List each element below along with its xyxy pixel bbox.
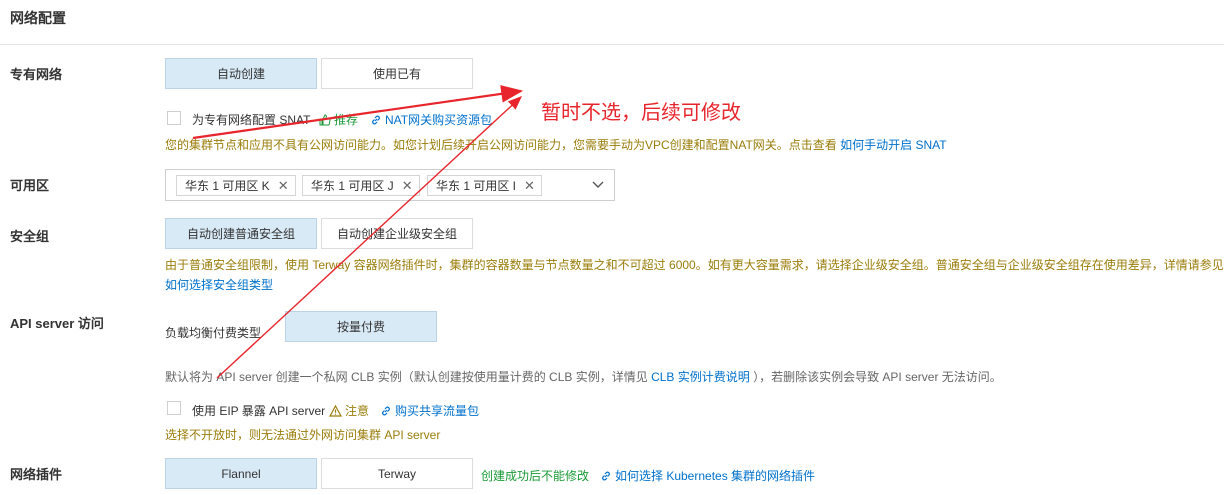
eip-checkbox[interactable] <box>167 401 181 415</box>
nat-resource-link-text: NAT网关购买资源包 <box>385 113 493 127</box>
zone-tag-label: 华东 1 可用区 J <box>311 179 394 193</box>
annotation-text: 暂时不选，后续可修改 <box>541 100 741 124</box>
terway-button[interactable]: Terway <box>321 458 473 489</box>
close-icon[interactable]: ✕ <box>524 178 535 194</box>
buy-shared-bandwidth-text: 购买共享流量包 <box>395 404 480 418</box>
vpc-label: 专有网络 <box>10 67 63 82</box>
eip-notice: 选择不开放时，则无法通过外网访问集群 API server <box>165 428 441 442</box>
zone-tag: 华东 1 可用区 I ✕ <box>427 175 542 196</box>
vpc-use-existing-button[interactable]: 使用已有 <box>321 58 473 89</box>
thumbs-up-icon <box>319 113 331 125</box>
snat-checkbox[interactable] <box>167 111 181 125</box>
network-plugin-label: 网络插件 <box>10 467 63 482</box>
clb-billing-link[interactable]: CLB 实例计费说明 <box>651 370 750 384</box>
enterprise-security-group-button[interactable]: 自动创建企业级安全组 <box>321 218 473 249</box>
vpc-notice: 您的集群节点和应用不具有公网访问能力。如您计划后续开启公网访问能力，您需要手动为… <box>165 136 947 153</box>
recommend-text: 推荐 <box>334 113 359 127</box>
pay-as-you-go-button[interactable]: 按量付费 <box>285 311 437 342</box>
network-plugin-guide-link[interactable]: 如何选择 Kubernetes 集群的网络插件 <box>600 467 815 484</box>
snat-label: 为专有网络配置 SNAT <box>192 113 311 127</box>
zone-tag-label: 华东 1 可用区 I <box>436 179 517 193</box>
network-plugin-guide-text: 如何选择 Kubernetes 集群的网络插件 <box>615 469 816 483</box>
nat-resource-link[interactable]: NAT网关购买资源包 <box>370 111 492 128</box>
security-group-notice: 由于普通安全组限制，使用 Terway 容器网络插件时，集群的容器数量与节点数量… <box>165 258 1224 272</box>
zone-label: 可用区 <box>10 178 50 193</box>
chevron-down-icon[interactable] <box>590 176 606 192</box>
recommend-badge: 推荐 <box>319 111 358 128</box>
buy-shared-bandwidth-link[interactable]: 购买共享流量包 <box>380 402 479 419</box>
attention-badge: 注意 <box>329 402 369 419</box>
zone-tag: 华东 1 可用区 K ✕ <box>176 175 296 196</box>
section-title: 网络配置 <box>10 10 66 26</box>
security-group-label: 安全组 <box>10 229 50 244</box>
link-icon <box>602 471 610 480</box>
api-server-desc-pre: 默认将为 API server 创建一个私网 CLB 实例（默认创建按使用量计费… <box>165 370 648 384</box>
api-server-desc: 默认将为 API server 创建一个私网 CLB 实例（默认创建按使用量计费… <box>165 368 1002 385</box>
vpc-notice-text: 您的集群节点和应用不具有公网访问能力。如您计划后续开启公网访问能力，您需要手动为… <box>165 138 837 152</box>
section-header: 网络配置 <box>0 0 1224 45</box>
billing-type-label: 负载均衡付费类型 <box>165 326 262 340</box>
close-icon[interactable]: ✕ <box>402 178 413 194</box>
attention-text: 注意 <box>345 404 370 418</box>
zone-tag-label: 华东 1 可用区 K <box>185 179 270 193</box>
eip-label: 使用 EIP 暴露 API server <box>192 404 326 418</box>
api-server-desc-post: ），若删除该实例会导致 API server 无法访问。 <box>753 370 1002 384</box>
vpc-auto-create-button[interactable]: 自动创建 <box>165 58 317 89</box>
zone-tag: 华东 1 可用区 J ✕ <box>302 175 420 196</box>
api-server-label: API server 访问 <box>10 316 104 331</box>
zone-select[interactable]: 华东 1 可用区 K ✕ 华东 1 可用区 J ✕ 华东 1 可用区 I ✕ <box>165 169 615 201</box>
warning-icon <box>329 404 342 417</box>
security-group-type-link[interactable]: 如何选择安全组类型 <box>165 276 273 293</box>
normal-security-group-button[interactable]: 自动创建普通安全组 <box>165 218 317 249</box>
link-icon <box>382 406 390 415</box>
link-icon <box>372 115 380 124</box>
flannel-button[interactable]: Flannel <box>165 458 317 489</box>
plugin-notice: 创建成功后不能修改 <box>481 469 590 483</box>
manual-snat-link[interactable]: 如何手动开启 SNAT <box>840 138 946 152</box>
close-icon[interactable]: ✕ <box>278 178 289 194</box>
